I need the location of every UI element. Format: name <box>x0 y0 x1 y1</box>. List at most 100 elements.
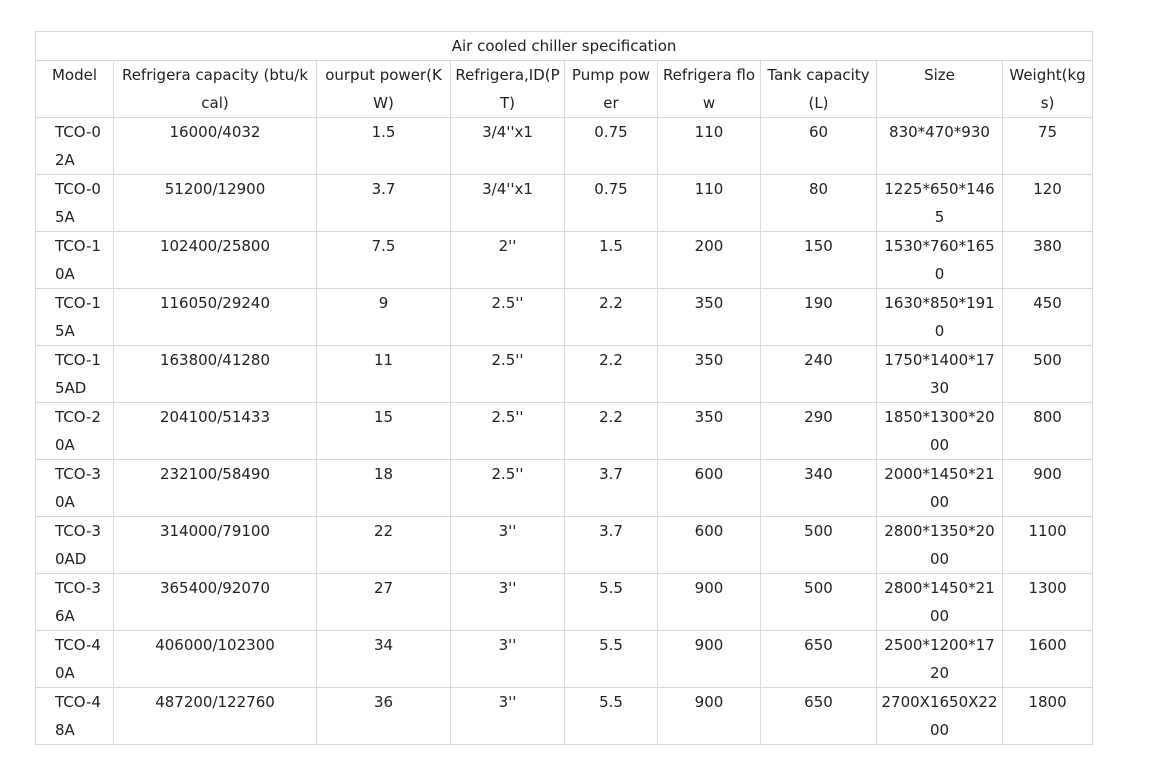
table-cell: 350 <box>657 345 761 403</box>
table-cell: 3.7 <box>564 459 658 517</box>
chiller-spec-table: Air cooled chiller specification Model Re… <box>34 31 1094 745</box>
table-cell: 1530*760*1650 <box>876 231 1003 289</box>
table-cell: 3'' <box>450 573 565 631</box>
table-cell: 232100/58490 <box>113 459 317 517</box>
table-cell: 18 <box>316 459 451 517</box>
table-cell: 1225*650*1465 <box>876 174 1003 232</box>
table-cell: 190 <box>760 288 877 346</box>
table-row: TCO-30AD 314000/79100 22 3'' 3.7 600 500 2800*1… <box>35 516 1094 574</box>
table-row: TCO-36A 365400/92070 27 3'' 5.5 900 500 2800*14… <box>35 573 1094 631</box>
table-cell: 116050/29240 <box>113 288 317 346</box>
table-cell: 2.5'' <box>450 459 565 517</box>
table-cell: 500 <box>760 573 877 631</box>
table-cell: 3'' <box>450 516 565 574</box>
table-cell: 314000/79100 <box>113 516 317 574</box>
table-cell: 2.5'' <box>450 288 565 346</box>
column-header: Size <box>876 60 1003 118</box>
table-cell: 200 <box>657 231 761 289</box>
table-cell: 290 <box>760 402 877 460</box>
table-cell: 1300 <box>1001 573 1094 631</box>
table-cell: 36 <box>316 687 451 745</box>
table-cell: 0.75 <box>564 174 658 232</box>
table-cell: 800 <box>1001 402 1094 460</box>
table-row: TCO-20A 204100/51433 15 2.5'' 2.2 350 290 1850*… <box>35 402 1094 460</box>
table-cell: 2.2 <box>564 288 658 346</box>
column-header: ourput power(KW) <box>316 60 451 118</box>
table-cell: 1.5 <box>316 117 451 175</box>
model-cell: TCO-30A <box>35 459 114 517</box>
table-cell: 5.5 <box>564 687 658 745</box>
table-cell: 406000/102300 <box>113 630 317 688</box>
column-header: Refrigera,ID(PT) <box>450 60 565 118</box>
table-cell: 3'' <box>450 630 565 688</box>
table-cell: 830*470*930 <box>876 117 1003 175</box>
table-cell: 163800/41280 <box>113 345 317 403</box>
table-cell: 120 <box>1001 174 1094 232</box>
table-cell: 1600 <box>1001 630 1094 688</box>
table-cell: 11 <box>316 345 451 403</box>
table-row: TCO-02A 16000/4032 1.5 3/4''x1 0.75 110 60 830*… <box>35 117 1094 175</box>
model-cell: TCO-48A <box>35 687 114 745</box>
table-cell: 1100 <box>1001 516 1094 574</box>
table-cell: 27 <box>316 573 451 631</box>
table-cell: 1750*1400*1730 <box>876 345 1003 403</box>
table-cell: 600 <box>657 516 761 574</box>
table-cell: 3/4''x1 <box>450 117 565 175</box>
model-cell: TCO-05A <box>35 174 114 232</box>
column-header: Refrigera flow <box>657 60 761 118</box>
table-cell: 487200/122760 <box>113 687 317 745</box>
table-body: TCO-02A 16000/4032 1.5 3/4''x1 0.75 110 60 830*… <box>35 117 1094 745</box>
table-cell: 2.2 <box>564 345 658 403</box>
table-cell: 22 <box>316 516 451 574</box>
column-header: Tank capacity(L) <box>760 60 877 118</box>
table-title-row: Air cooled chiller specification <box>34 31 1094 61</box>
table-cell: 15 <box>316 402 451 460</box>
column-header: Refrigera capacity (btu/kcal) <box>113 60 317 118</box>
table-cell: 3.7 <box>316 174 451 232</box>
table-cell: 34 <box>316 630 451 688</box>
table-cell: 2000*1450*2100 <box>876 459 1003 517</box>
table-cell: 9 <box>316 288 451 346</box>
table-title: Air cooled chiller specification <box>34 31 1094 61</box>
table-cell: 600 <box>657 459 761 517</box>
table-cell: 204100/51433 <box>113 402 317 460</box>
model-cell: TCO-30AD <box>35 516 114 574</box>
table-cell: 900 <box>657 687 761 745</box>
table-cell: 2.5'' <box>450 345 565 403</box>
table-cell: 2.2 <box>564 402 658 460</box>
table-row: TCO-48A 487200/122760 36 3'' 5.5 900 650 2700X1… <box>35 687 1094 745</box>
table-cell: 1.5 <box>564 231 658 289</box>
table-cell: 450 <box>1001 288 1094 346</box>
table-cell: 60 <box>760 117 877 175</box>
table-cell: 650 <box>760 630 877 688</box>
table-cell: 2700X1650X2200 <box>876 687 1003 745</box>
table-cell: 2800*1450*2100 <box>876 573 1003 631</box>
table-cell: 7.5 <box>316 231 451 289</box>
table-cell: 5.5 <box>564 573 658 631</box>
table-cell: 1850*1300*2000 <box>876 402 1003 460</box>
table-cell: 650 <box>760 687 877 745</box>
table-cell: 3'' <box>450 687 565 745</box>
table-cell: 16000/4032 <box>113 117 317 175</box>
model-cell: TCO-36A <box>35 573 114 631</box>
table-cell: 900 <box>1001 459 1094 517</box>
model-cell: TCO-02A <box>35 117 114 175</box>
table-row: TCO-05A 51200/12900 3.7 3/4''x1 0.75 110 80 122… <box>35 174 1094 232</box>
table-cell: 51200/12900 <box>113 174 317 232</box>
model-cell: TCO-20A <box>35 402 114 460</box>
table-cell: 2500*1200*1720 <box>876 630 1003 688</box>
table-cell: 380 <box>1001 231 1094 289</box>
table-row: TCO-30A 232100/58490 18 2.5'' 3.7 600 340 2000*… <box>35 459 1094 517</box>
table-cell: 900 <box>657 630 761 688</box>
column-header: Weight(kgs) <box>1001 60 1094 118</box>
table-cell: 150 <box>760 231 877 289</box>
table-cell: 900 <box>657 573 761 631</box>
table-row: TCO-15AD 163800/41280 11 2.5'' 2.2 350 240 1750… <box>35 345 1094 403</box>
table-cell: 500 <box>760 516 877 574</box>
table-cell: 102400/25800 <box>113 231 317 289</box>
model-cell: TCO-15AD <box>35 345 114 403</box>
table-cell: 2800*1350*2000 <box>876 516 1003 574</box>
model-cell: TCO-40A <box>35 630 114 688</box>
table-cell: 340 <box>760 459 877 517</box>
table-header-row: Model Refrigera capacity (btu/kcal) ourput… <box>35 60 1094 118</box>
